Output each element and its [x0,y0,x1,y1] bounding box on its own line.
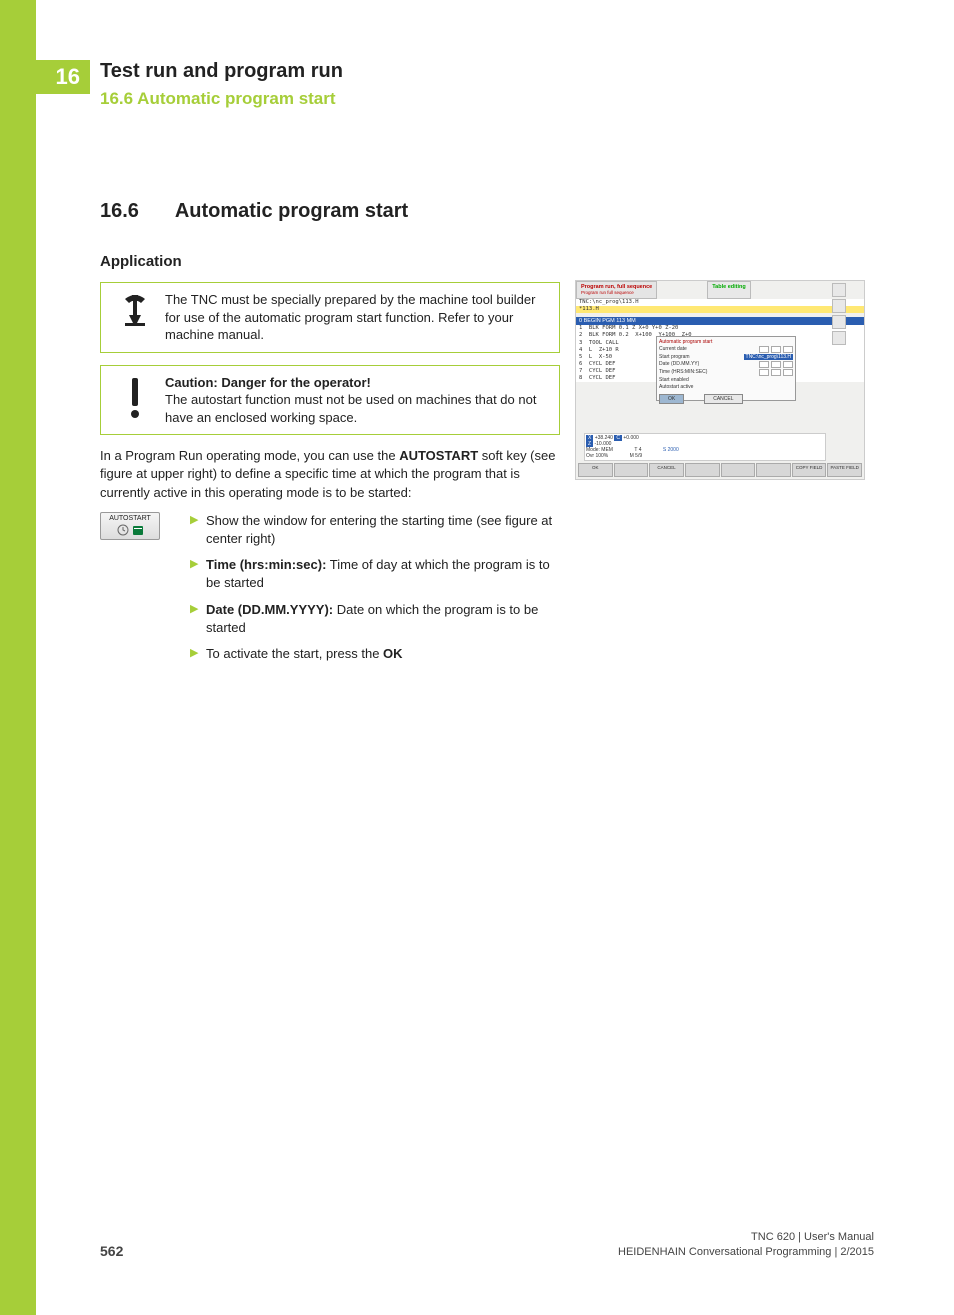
footer-line1: TNC 620 | User's Manual [618,1230,874,1244]
tab-program-run[interactable]: Program run, full sequence Program run f… [576,281,657,299]
dlg-row: Time (HRS:MIN:SEC) [659,369,707,376]
status-s: S 2000 [663,447,679,453]
triangle-icon: ▶ [190,556,206,592]
program-header: 0 BEGIN PGM 113 MM [576,317,864,325]
intro-paragraph: In a Program Run operating mode, you can… [100,447,560,502]
dlg-highlight: TNC:\nc_prog\113.H [744,354,793,360]
dlg-row: Start program [659,354,690,360]
ss-right-toolbar [832,283,862,345]
list-item: ▶ Date (DD.MM.YYYY): Date on which the p… [190,601,560,637]
sk-blank[interactable] [685,463,720,477]
ss-yellow-line: *113.H [576,306,864,313]
chapter-number: 16 [56,64,80,90]
page-footer: 562 TNC 620 | User's Manual HEIDENHAIN C… [100,1230,874,1259]
clock-icon [117,524,129,536]
caution-body: The autostart function must not be used … [165,392,536,425]
bullet-rest: To activate the start, press the [206,646,383,661]
footer-line2: HEIDENHAIN Conversational Programming | … [618,1245,874,1259]
status-m: M 5/9 [630,453,643,459]
note-text: The TNC must be specially prepared by th… [159,291,549,344]
list-item: ▶ Show the window for entering the start… [190,512,560,548]
tab-sub: Program run full sequence [581,290,634,295]
status-bar: X +38.240 C +0.000 Z -10.000 Mode: MEM T… [584,433,826,461]
bullet-list: ▶ Show the window for entering the start… [190,512,560,671]
bullet-bold: Time (hrs:min:sec): [206,557,326,572]
triangle-icon: ▶ [190,601,206,637]
caution-box: Caution: Danger for the operator! The au… [100,365,560,436]
triangle-icon: ▶ [190,645,206,663]
bullet-bold: OK [383,646,403,661]
bullet-text: Show the window for entering the startin… [206,512,560,548]
subheading-application: Application [100,253,560,270]
nc-line: 1 BLK FORM 0.1 Z X+0 Y+0 Z-20 [576,325,864,332]
note-machine-manual: The TNC must be specially prepared by th… [100,282,560,353]
tnc-screenshot: Program run, full sequence Program run f… [575,280,865,480]
section-heading: 16.6 Automatic program start [100,200,560,223]
sk-ok[interactable]: OK [578,463,613,477]
sk-cancel[interactable]: CANCEL [649,463,684,477]
axis-icon[interactable] [832,331,846,345]
sk-blank[interactable] [614,463,649,477]
softkey-column: AUTOSTART [100,512,190,671]
list-item: ▶ Time (hrs:min:sec): Time of day at whi… [190,556,560,592]
section-subtitle: 16.6 Automatic program start [100,89,343,109]
softkey-label: AUTOSTART [109,515,151,522]
softkey-row: OK CANCEL COPY FIELD PASTE FIELD [578,463,862,477]
main-content: 16.6 Automatic program start Application… [100,200,560,679]
ss-tabbar: Program run, full sequence Program run f… [576,281,864,299]
dlg-row: Autostart active [659,384,693,390]
bullet-bold: Date (DD.MM.YYYY): [206,602,333,617]
tab-table-editing[interactable]: Table editing [707,281,751,299]
gear-icon[interactable] [832,283,846,297]
dialog-ok-button[interactable]: OK [659,394,684,404]
p-bold: AUTOSTART [399,448,478,463]
bullet-text: Time (hrs:min:sec): Time of day at which… [206,556,560,592]
triangle-icon: ▶ [190,512,206,548]
calendar-icon [132,524,144,536]
autostart-dialog: Automatic program start Current date Sta… [656,336,796,401]
machine-icon [111,291,159,344]
page-number: 562 [100,1243,123,1259]
section-number: 16.6 [100,200,170,223]
status-c: +0.000 [623,435,638,441]
caution-text: Caution: Danger for the operator! The au… [159,374,549,427]
footer-right: TNC 620 | User's Manual HEIDENHAIN Conve… [618,1230,874,1259]
autostart-softkey[interactable]: AUTOSTART [100,512,160,540]
sk-blank[interactable] [756,463,791,477]
tool2-icon[interactable] [832,315,846,329]
chapter-tab: 16 [0,60,90,94]
exclamation-icon [111,374,159,427]
running-header: Test run and program run 16.6 Automatic … [100,60,343,109]
bullet-text: Date (DD.MM.YYYY): Date on which the pro… [206,601,560,637]
list-item: ▶ To activate the start, press the OK [190,645,560,663]
dlg-row: Start enabled [659,377,689,383]
dialog-cancel-button[interactable]: CANCEL [704,394,742,404]
dlg-row: Current date [659,346,687,353]
sk-copy[interactable]: COPY FIELD [792,463,827,477]
dialog-title: Automatic program start [659,339,793,345]
p-text: In a Program Run operating mode, you can… [100,448,399,463]
dlg-row: Date (DD.MM.YY) [659,361,699,368]
chapter-title: Test run and program run [100,60,343,83]
sk-blank[interactable] [721,463,756,477]
section-title: Automatic program start [175,200,408,222]
bullet-block: AUTOSTART ▶ Show the window for entering… [100,512,560,671]
side-accent [0,0,36,1315]
softkey-icons [117,524,144,536]
caution-title: Caution: Danger for the operator! [165,375,371,390]
status-ovr: Ovr 100% [586,453,608,459]
bullet-text: To activate the start, press the OK [206,645,560,663]
ss-path: TNC:\nc_prog\113.H [576,299,864,306]
tool-icon[interactable] [832,299,846,313]
sk-paste[interactable]: PASTE FIELD [827,463,862,477]
